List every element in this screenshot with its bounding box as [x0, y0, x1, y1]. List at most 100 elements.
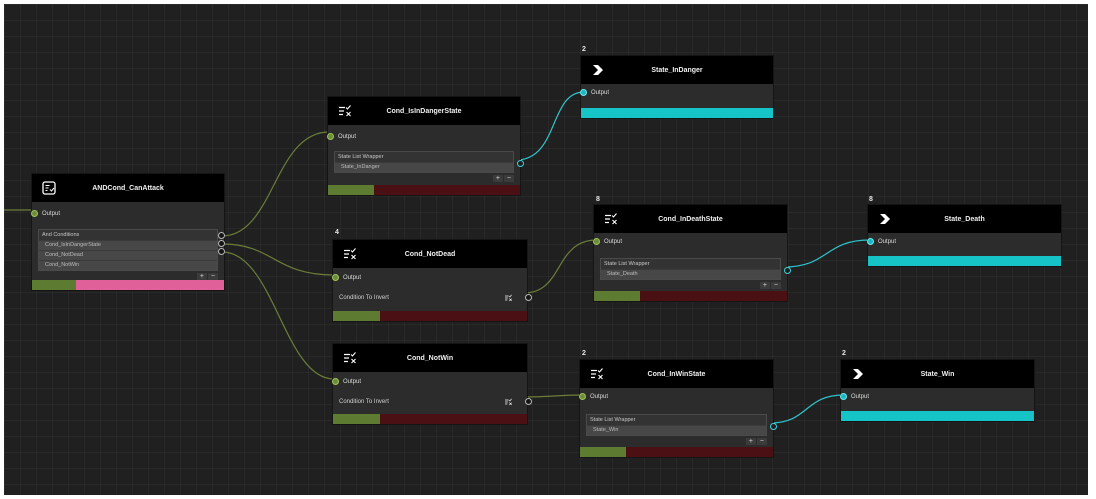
status-bar — [333, 311, 527, 321]
condition-to-invert-row[interactable]: Condition To Invert — [333, 290, 532, 306]
output-port-row[interactable]: Output — [593, 234, 787, 250]
node-and-can-attack[interactable]: ANDCond_CanAttack Output And Conditions … — [31, 174, 225, 290]
node-header[interactable]: Cond_NotWin — [333, 344, 527, 372]
condition-port-3[interactable] — [218, 248, 225, 255]
status-bar-green — [580, 447, 626, 457]
wire-death-to-state — [783, 239, 871, 268]
remove-item-button[interactable]: − — [503, 175, 514, 182]
add-item-button[interactable]: + — [759, 282, 770, 289]
condition-list-icon — [505, 294, 512, 302]
node-state-death[interactable]: State_Death Output — [867, 205, 1061, 266]
wire-danger-to-state — [515, 91, 585, 161]
condition-list-icon — [339, 105, 351, 117]
list-item[interactable]: State_Win — [587, 425, 766, 435]
output-port-row[interactable]: Output — [327, 129, 520, 145]
status-bar-green — [333, 311, 380, 321]
condition-port[interactable] — [525, 398, 532, 405]
node-not-win[interactable]: Cond_NotWin Output Condition To Invert — [332, 344, 532, 424]
node-header[interactable]: Cond_InDeathState — [594, 205, 787, 233]
graph-canvas[interactable]: ANDCond_CanAttack Output And Conditions … — [4, 4, 1088, 495]
output-port[interactable] — [840, 393, 847, 400]
output-port-row[interactable]: Output — [580, 85, 773, 101]
node-state-in-danger[interactable]: State_InDanger Output — [580, 56, 773, 118]
output-port[interactable] — [31, 210, 38, 217]
list-item[interactable]: State_Death — [601, 269, 780, 279]
condition-to-invert-row[interactable]: Condition To Invert — [333, 394, 532, 410]
output-port[interactable] — [332, 274, 339, 281]
node-in-win-state[interactable]: Cond_InWinState Output State List Wrappe… — [579, 360, 777, 457]
wire-notdead-to-death — [523, 239, 598, 294]
status-bar-cyan — [868, 256, 1061, 266]
list-item[interactable]: Cond_NotWin — [39, 260, 217, 270]
status-bar-green — [328, 185, 374, 195]
output-port-row[interactable]: Output — [31, 206, 224, 222]
condition-port[interactable] — [525, 294, 532, 301]
node-header[interactable]: State_Win — [841, 360, 1034, 388]
condition-port-2[interactable] — [218, 240, 225, 247]
node-badge: 8 — [869, 196, 873, 203]
status-bar — [32, 280, 224, 290]
chevron-right-icon — [593, 65, 603, 75]
list-header: And Conditions — [39, 230, 217, 240]
status-bar-green — [594, 291, 640, 301]
output-port-row[interactable]: Output — [840, 389, 1034, 405]
state-port[interactable] — [784, 267, 791, 274]
output-port[interactable] — [579, 393, 586, 400]
condition-port-1[interactable] — [218, 232, 225, 239]
wire-notwin-to-win — [523, 394, 584, 398]
state-port[interactable] — [770, 423, 777, 430]
add-item-button[interactable]: + — [196, 273, 207, 280]
output-port[interactable] — [867, 238, 874, 245]
output-port[interactable] — [332, 378, 339, 385]
node-header[interactable]: Cond_NotDead — [333, 240, 527, 268]
node-header[interactable]: State_InDanger — [581, 56, 773, 84]
list-item[interactable]: State_InDanger — [335, 162, 513, 172]
status-bar-red — [640, 291, 787, 301]
node-header[interactable]: State_Death — [868, 205, 1061, 233]
list-add-remove: + − — [580, 438, 767, 445]
field-label: Condition To Invert — [339, 399, 389, 405]
node-title: Cond_NotWin — [406, 354, 454, 362]
state-list-wrapper[interactable]: State List Wrapper State_Death — [600, 258, 781, 280]
and-conditions-list[interactable]: And Conditions Cond_IsInDangerState Cond… — [38, 229, 218, 271]
status-bar — [868, 256, 1061, 266]
add-item-button[interactable]: + — [492, 175, 503, 182]
output-port-row[interactable]: Output — [332, 374, 527, 390]
state-port[interactable] — [517, 160, 524, 167]
node-header[interactable]: Cond_IsInDangerState — [328, 97, 520, 125]
chevron-right-icon — [853, 369, 863, 379]
node-header[interactable]: ANDCond_CanAttack — [32, 174, 224, 202]
status-bar — [841, 411, 1034, 421]
status-bar — [581, 108, 773, 118]
node-title: State_Win — [920, 370, 955, 378]
state-list-wrapper[interactable]: State List Wrapper State_InDanger — [334, 151, 514, 173]
list-item[interactable]: Cond_IsInDangerState — [39, 240, 217, 250]
node-in-death-state[interactable]: Cond_InDeathState Output State List Wrap… — [593, 205, 791, 301]
remove-item-button[interactable]: − — [756, 438, 767, 445]
add-item-button[interactable]: + — [745, 438, 756, 445]
remove-item-button[interactable]: − — [207, 273, 218, 280]
list-add-remove: + − — [32, 273, 218, 280]
list-item[interactable]: Cond_NotDead — [39, 250, 217, 260]
output-port-row[interactable]: Output — [332, 270, 527, 286]
node-state-win[interactable]: State_Win Output — [840, 360, 1034, 421]
condition-list-icon — [344, 352, 356, 364]
list-add-remove: + − — [328, 175, 514, 182]
node-is-in-danger-state[interactable]: Cond_IsInDangerState Output State List W… — [327, 97, 524, 195]
output-port-row[interactable]: Output — [579, 389, 773, 405]
output-port-row[interactable]: Output — [867, 234, 1061, 250]
remove-item-button[interactable]: − — [770, 282, 781, 289]
node-header[interactable]: Cond_InWinState — [580, 360, 773, 388]
node-title: Cond_InWinState — [647, 370, 706, 378]
state-list-wrapper[interactable]: State List Wrapper State_Win — [586, 414, 767, 436]
node-badge: 8 — [596, 196, 600, 203]
output-port[interactable] — [580, 89, 587, 96]
output-port[interactable] — [593, 238, 600, 245]
status-bar-cyan — [581, 108, 773, 118]
node-not-dead[interactable]: Cond_NotDead Output Condition To Invert — [332, 240, 532, 321]
output-port[interactable] — [327, 133, 334, 140]
list-add-remove: + − — [594, 282, 781, 289]
node-title: ANDCond_CanAttack — [92, 184, 164, 192]
list-header: State List Wrapper — [587, 415, 766, 425]
status-bar-red — [374, 185, 520, 195]
